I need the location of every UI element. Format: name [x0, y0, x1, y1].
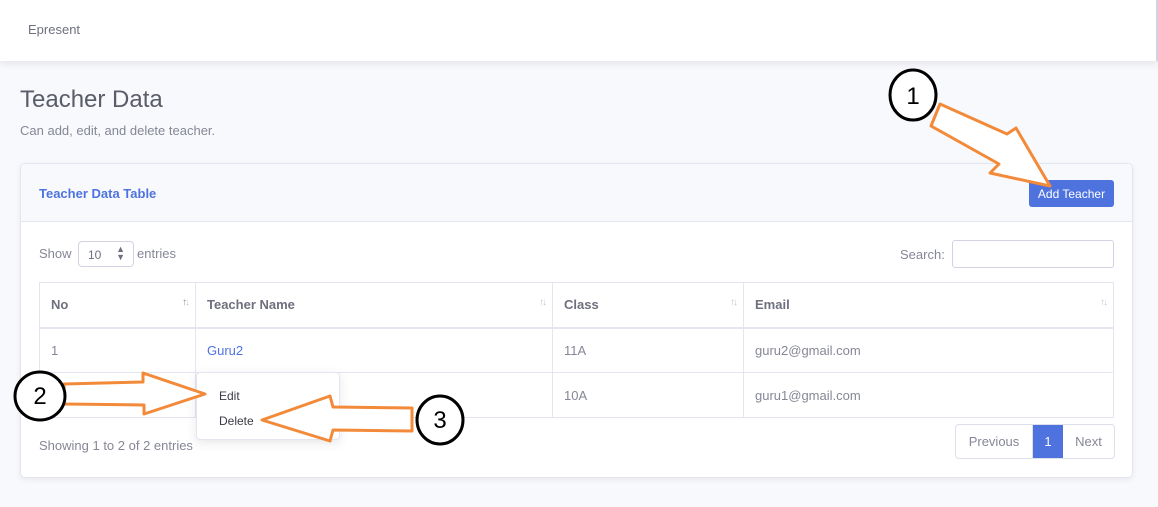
search-label: Search: [900, 247, 945, 262]
delete-menu-item[interactable]: Delete [219, 414, 254, 428]
card-header: Teacher Data Table Add Teacher [21, 164, 1132, 222]
cell-email: guru1@gmail.com [743, 372, 1114, 418]
column-header-label: Class [564, 297, 599, 313]
table-header-row: No ↑↓ Teacher Name ↑↓ Class ↑↓ Email ↑↓ [39, 282, 1114, 329]
column-header-label: No [51, 297, 69, 313]
row-context-menu: Edit Delete [196, 372, 340, 440]
teacher-name-link[interactable]: Guru2 [207, 343, 243, 358]
show-label: Show [39, 246, 72, 261]
cell-no: 2 [39, 372, 196, 418]
cell-class: 10A [552, 372, 744, 418]
column-header-email[interactable]: Email ↑↓ [743, 282, 1114, 329]
sort-icon: ↑↓ [1100, 297, 1108, 308]
entries-select[interactable]: 10 ▲ ▼ [78, 241, 134, 267]
select-arrows-icon: ▲ ▼ [116, 244, 125, 262]
cell-no: 1 [39, 327, 196, 373]
sort-icon: ↑↓ [539, 297, 547, 308]
annotation-number-1: 1 [906, 83, 919, 110]
card-title: Teacher Data Table [39, 186, 157, 201]
column-header-class[interactable]: Class ↑↓ [552, 282, 744, 329]
annotation-circle-1 [888, 68, 938, 122]
column-header-label: Email [755, 297, 790, 313]
column-header-no[interactable]: No ↑↓ [39, 282, 196, 329]
edit-menu-item[interactable]: Edit [219, 389, 240, 403]
current-page-button[interactable]: 1 [1033, 425, 1063, 458]
teacher-data-card: Teacher Data Table Add Teacher Show 10 ▲… [20, 163, 1133, 478]
entries-select-value: 10 [88, 248, 102, 262]
table-row: 1 Guru2 11A guru2@gmail.com [39, 327, 1114, 373]
page-title: Teacher Data [20, 86, 163, 113]
page-subtitle: Can add, edit, and delete teacher. [20, 123, 216, 138]
pagination: Previous 1 Next [955, 424, 1115, 459]
search-input[interactable] [952, 240, 1114, 268]
sort-icon: ↑↓ [182, 297, 190, 308]
column-header-label: Teacher Name [207, 297, 295, 313]
cell-email: guru2@gmail.com [743, 327, 1114, 373]
sort-icon: ↑↓ [730, 297, 738, 308]
showing-entries-info: Showing 1 to 2 of 2 entries [39, 438, 193, 453]
topbar: Epresent [0, 0, 1158, 61]
next-page-button[interactable]: Next [1063, 425, 1114, 458]
column-header-teacher-name[interactable]: Teacher Name ↑↓ [195, 282, 553, 329]
add-teacher-button[interactable]: Add Teacher [1029, 180, 1114, 207]
cell-class: 11A [552, 327, 744, 373]
previous-page-button[interactable]: Previous [956, 425, 1033, 458]
cell-teacher-name: Guru2 [195, 327, 553, 373]
brand-name[interactable]: Epresent [28, 22, 80, 37]
entries-label: entries [137, 246, 177, 261]
